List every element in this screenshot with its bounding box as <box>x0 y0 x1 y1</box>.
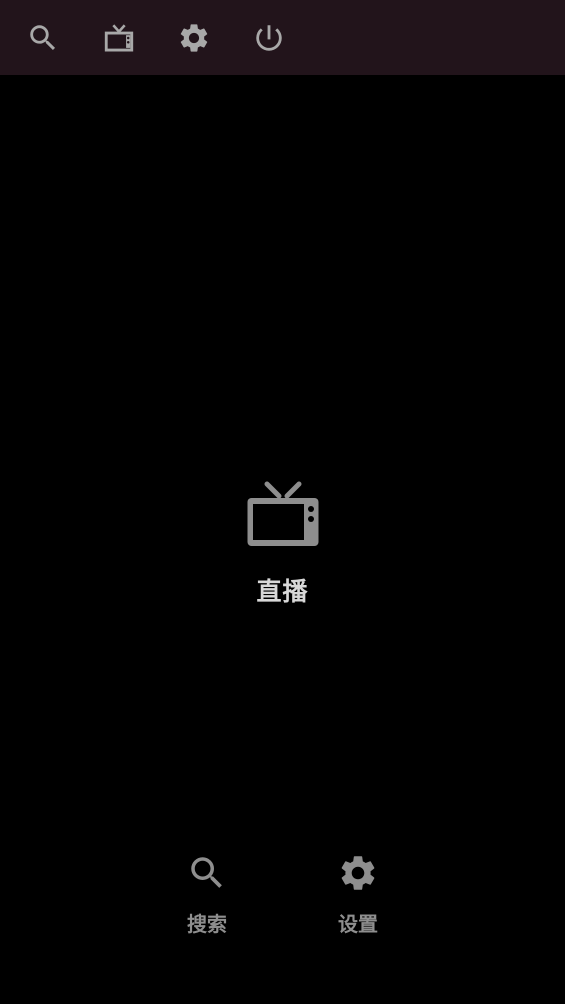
search-label: 搜索 <box>187 912 227 936</box>
tv-icon <box>247 481 318 546</box>
top-live-tv-button[interactable] <box>99 18 139 58</box>
bottom-search-button[interactable]: 搜索 <box>157 852 257 947</box>
tv-icon <box>104 24 134 52</box>
search-icon <box>191 857 222 888</box>
top-search-button[interactable] <box>23 18 63 58</box>
live-label: 直播 <box>256 577 309 606</box>
top-power-button[interactable] <box>249 18 289 58</box>
app-screen: 直播 搜索 设置 <box>0 0 565 1004</box>
search-icon <box>30 25 56 51</box>
bottom-settings-button[interactable]: 设置 <box>308 852 408 947</box>
settings-icon <box>341 856 375 890</box>
settings-label: 设置 <box>338 912 378 936</box>
settings-icon <box>180 24 208 52</box>
power-icon <box>256 25 282 51</box>
top-toolbar <box>0 0 565 75</box>
top-settings-button[interactable] <box>174 18 214 58</box>
live-entry-button[interactable]: 直播 <box>0 478 565 628</box>
